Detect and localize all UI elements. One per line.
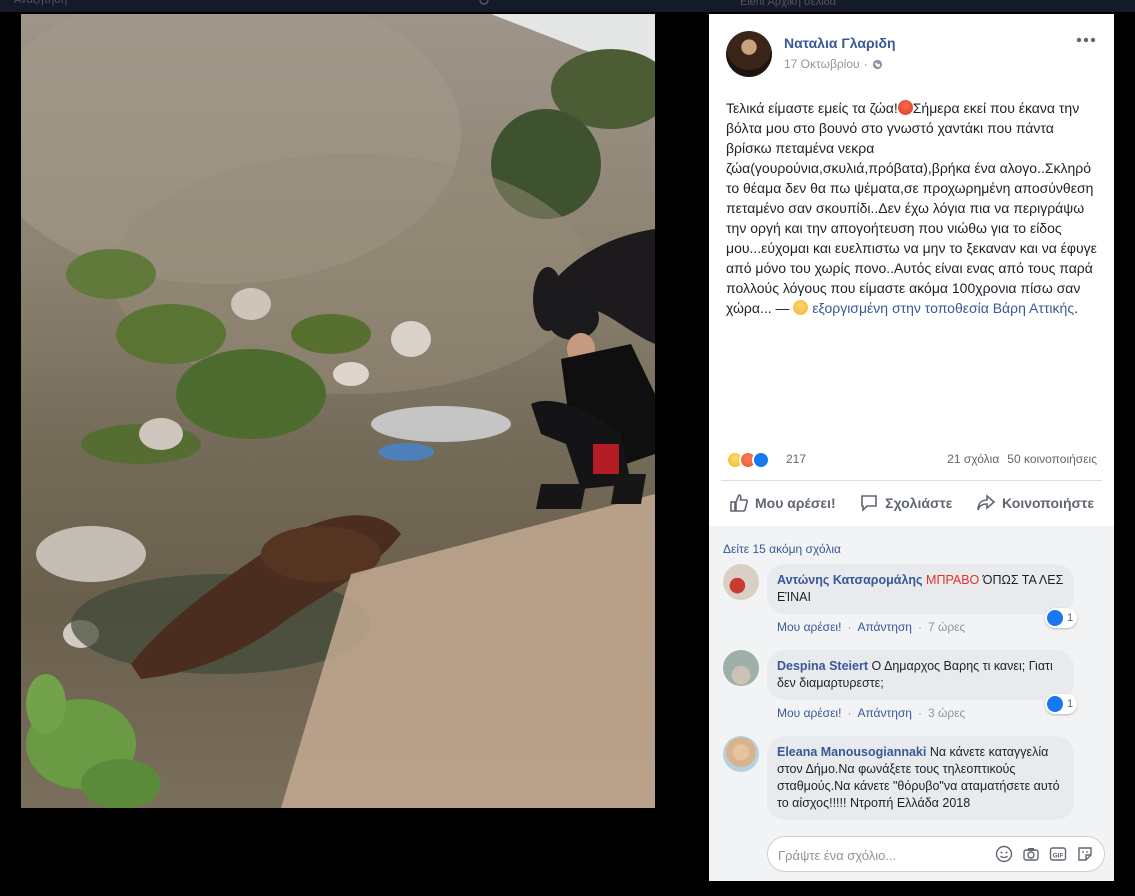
post-photo[interactable] [21, 14, 655, 808]
comment-time[interactable]: 3 ώρες [928, 706, 965, 720]
comment-reply-link[interactable]: Απάντηση [857, 706, 912, 720]
post-text-intro: Τελικά είμαστε εμείς τα ζώα! [726, 100, 898, 116]
feeling-link[interactable]: εξοργισμένη [812, 300, 888, 316]
post-text: Τελικά είμαστε εμείς τα ζώα! Σήμερα εκεί … [726, 100, 1097, 316]
post-actions: Μου αρέσει! Σχολιάστε Κοινοποιήστε [721, 488, 1102, 518]
divider [721, 480, 1102, 481]
see-more-comments-link[interactable]: Δείτε 15 ακόμη σχόλια [723, 542, 841, 556]
author-avatar[interactable] [726, 31, 772, 77]
like-label: Μου αρέσει! [755, 495, 836, 511]
search-icon[interactable] [478, 0, 492, 8]
share-icon [977, 494, 996, 511]
camera-icon[interactable] [1022, 845, 1040, 863]
comment-bubble: Αντώνης Κατσαρομάλης ΜΠΡΑΒΟ ΌΠΩΣ ΤΑ ΛΕΣ … [767, 564, 1074, 614]
author-name[interactable]: Ναταλια Γλαριδη [784, 35, 896, 51]
comment-bubble: Despina Steiert Ο Δημαρχος Βαρης τι κανε… [767, 650, 1074, 700]
share-label: Κοινοποιήστε [1002, 495, 1094, 511]
more-icon[interactable] [1076, 36, 1096, 44]
comment-like-link[interactable]: Μου αρέσει! [777, 706, 841, 720]
meta-separator: · [863, 57, 868, 71]
comment-item: Αντώνης Κατσαρομάλης ΜΠΡΑΒΟ ΌΠΩΣ ΤΑ ΛΕΣ … [723, 564, 1103, 646]
comment-actions: Μου αρέσει! · Απάντηση · 3 ώρες [777, 706, 965, 720]
comment-text-caps: ΜΠΡΑΒΟ [926, 573, 980, 587]
reaction-icons[interactable] [726, 451, 770, 469]
comment-item: Despina Steiert Ο Δημαρχος Βαρης τι κανε… [723, 650, 1103, 732]
post-panel: Ναταλια Γλαριδη 17 Οκτωβρίου · Τελικά εί… [709, 14, 1114, 881]
separator-dot: · [917, 620, 922, 634]
post-meta: 17 Οκτωβρίου · [784, 57, 883, 71]
input-icons: GIF [995, 845, 1094, 863]
commenter-avatar[interactable] [723, 736, 759, 772]
annoyed-emoji-icon [793, 300, 809, 315]
smiley-icon[interactable] [995, 845, 1013, 863]
separator-dot: · [847, 620, 852, 634]
post-date[interactable]: 17 Οκτωβρίου [784, 57, 860, 71]
comment-likes-number: 1 [1067, 698, 1074, 710]
globe-icon[interactable] [872, 59, 883, 70]
location-prefix: στην τοποθεσία [891, 300, 989, 316]
comment-time[interactable]: 7 ώρες [928, 620, 965, 634]
svg-text:GIF: GIF [1053, 853, 1064, 860]
comment-like-count[interactable]: 1 [1045, 694, 1078, 714]
share-button[interactable]: Κοινοποιήστε [968, 493, 1102, 513]
comment-button[interactable]: Σχολιάστε [851, 493, 960, 513]
shares-count[interactable]: 50 κοινοποιήσεις [1007, 452, 1097, 466]
comment-input-row: GIF [709, 826, 1114, 881]
commenter-name[interactable]: Eleana Manousogiannaki [777, 745, 926, 759]
commenter-name[interactable]: Despina Steiert [777, 659, 868, 673]
top-bar: Αναζήτηση Eleni Αρχική σελίδα [0, 0, 1135, 12]
gif-icon[interactable]: GIF [1049, 845, 1067, 863]
reaction-count[interactable]: 217 [786, 452, 806, 466]
comment-likes-number: 1 [1067, 612, 1074, 624]
comment-bubble: Eleana Manousogiannaki Να κάνετε καταγγε… [767, 736, 1074, 820]
like-icon [730, 494, 748, 512]
angry-emoji-icon [897, 100, 913, 115]
commenter-avatar[interactable] [723, 650, 759, 686]
comment-like-link[interactable]: Μου αρέσει! [777, 620, 841, 634]
post-text-body: Σήμερα εκεί που έκανα την βόλτα μου στο … [726, 100, 1097, 316]
search-input[interactable]: Αναζήτηση [14, 0, 494, 10]
top-nav[interactable]: Eleni Αρχική σελίδα [740, 0, 836, 8]
comment-actions: Μου αρέσει! · Απάντηση · 7 ώρες [777, 620, 965, 634]
commenter-avatar[interactable] [723, 564, 759, 600]
separator-dot: · [847, 706, 852, 720]
like-reaction-icon [1047, 696, 1063, 712]
location-link[interactable]: Βάρη Αττικής [993, 300, 1074, 316]
comment-reply-link[interactable]: Απάντηση [857, 620, 912, 634]
like-button[interactable]: Μου αρέσει! [721, 493, 844, 513]
post-stats: 21 σχόλια 50 κοινοποιήσεις [947, 452, 1097, 466]
comment-like-count[interactable]: 1 [1045, 608, 1078, 628]
commenter-name[interactable]: Αντώνης Κατσαρομάλης [777, 573, 923, 587]
sticker-icon[interactable] [1076, 845, 1094, 863]
separator-dot: · [917, 706, 922, 720]
photo-scene [21, 14, 655, 808]
reactions-bar: 217 21 σχόλια 50 κοινοποιήσεις [726, 450, 1097, 470]
comment-icon [861, 495, 877, 512]
like-reaction-icon [752, 451, 770, 469]
comment-input-box[interactable]: GIF [767, 836, 1105, 872]
post-header: Ναταλια Γλαριδη 17 Οκτωβρίου · [709, 14, 1114, 94]
comment-label: Σχολιάστε [885, 495, 953, 511]
comment-item: Eleana Manousogiannaki Να κάνετε καταγγε… [723, 736, 1103, 832]
like-reaction-icon [1047, 610, 1063, 626]
comments-count[interactable]: 21 σχόλια [947, 452, 999, 466]
comment-input[interactable] [778, 845, 988, 865]
